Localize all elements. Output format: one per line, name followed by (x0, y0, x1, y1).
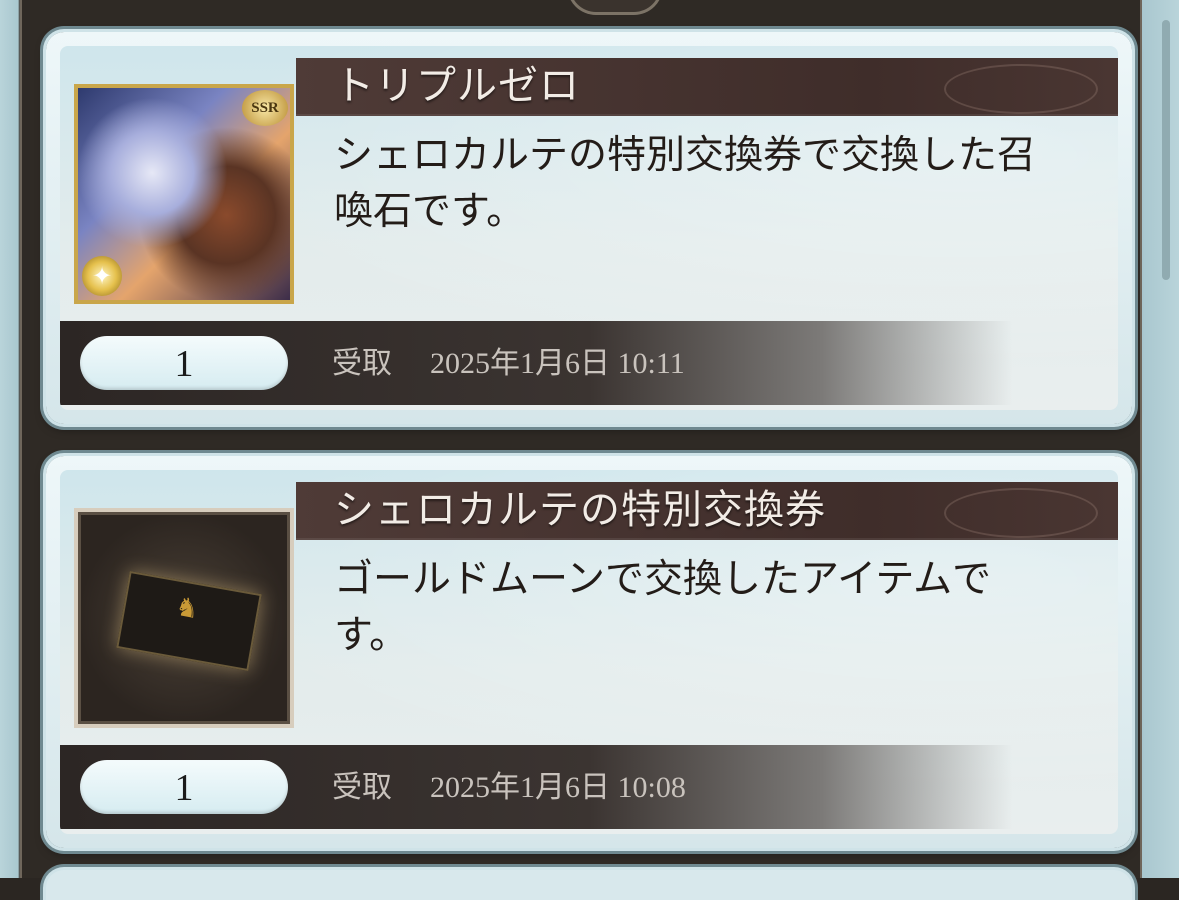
ornament-icon (944, 64, 1098, 114)
item-name: シェロカルテの特別交換券 (334, 487, 826, 533)
top-ornament (567, 0, 663, 15)
received-label: 受取 (332, 770, 392, 805)
light-element-icon: ✦ (82, 256, 122, 296)
gold-emblem-icon: ♞ (173, 591, 202, 626)
scrollbar[interactable] (1162, 20, 1170, 280)
item-description: シェロカルテの特別交換券で交換した召喚石です。 (334, 133, 1037, 234)
received-timestamp: 2025年1月6日 10:08 (430, 771, 686, 804)
item-name: トリプルゼロ (334, 63, 580, 109)
list-item[interactable]: ♞ シェロカルテの特別交換券 ゴールドムーンで交換したアイテムです。 1 受取 … (46, 456, 1132, 848)
item-panel: SSR ✦ トリプルゼロ シェロカルテの特別交換券で交換した召喚石です。 1 受… (60, 46, 1118, 410)
rarity-badge: SSR (242, 90, 288, 126)
received-timestamp: 2025年1月6日 10:11 (430, 347, 685, 380)
ticket-icon[interactable]: ♞ (74, 508, 294, 728)
received-label: 受取 (332, 346, 392, 381)
ornament-icon (944, 488, 1098, 538)
item-count: 1 (80, 760, 288, 814)
ticket-card: ♞ (116, 570, 262, 672)
item-panel: ♞ シェロカルテの特別交換券 ゴールドムーンで交換したアイテムです。 1 受取 … (60, 470, 1118, 834)
item-count: 1 (80, 336, 288, 390)
list-item[interactable]: SSR ✦ トリプルゼロ シェロカルテの特別交換券で交換した召喚石です。 1 受… (46, 32, 1132, 424)
item-description: ゴールドムーンで交換したアイテムです。 (334, 557, 992, 658)
list-item-partial[interactable] (46, 870, 1132, 900)
summon-stone-icon[interactable]: SSR ✦ (74, 84, 294, 304)
